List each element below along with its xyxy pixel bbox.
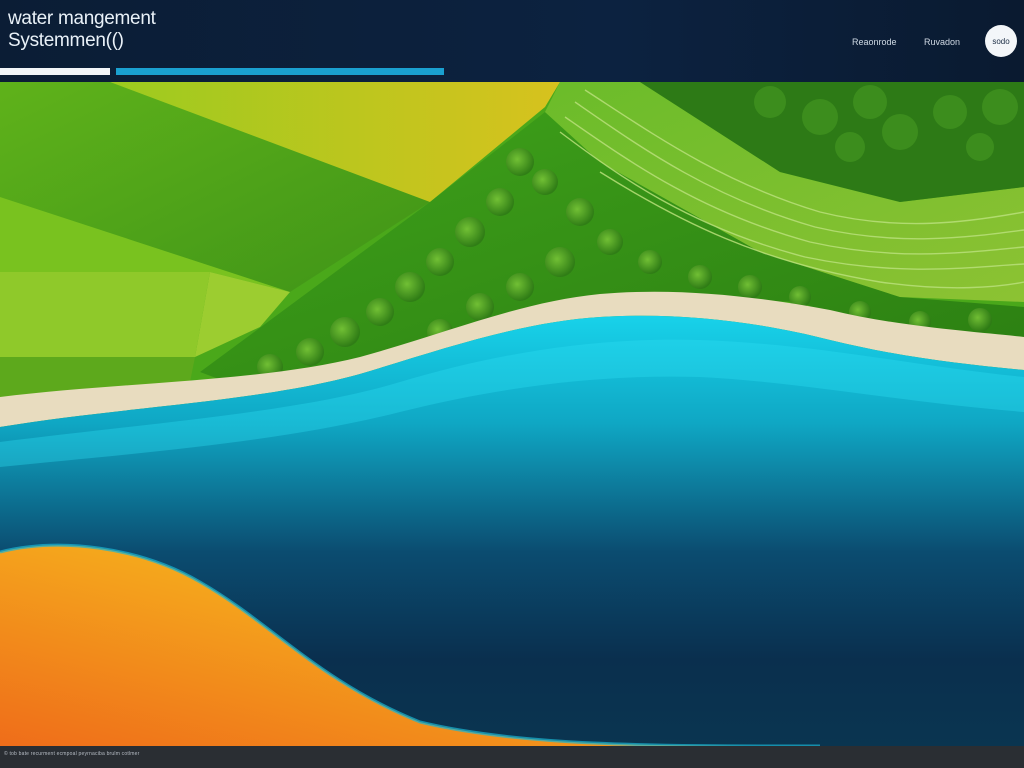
title-line-1: water mangement <box>8 8 156 29</box>
footer-bar: © tob bate recurment ecmpoal peyrnaciba … <box>0 746 1024 768</box>
progress-bar-primary <box>0 68 110 75</box>
badge-label: sodo <box>992 36 1010 46</box>
footer-text: © tob bate recurment ecmpoal peyrnaciba … <box>4 751 140 757</box>
page-title: water mangement Systemmen(() <box>8 8 156 52</box>
profile-badge[interactable]: sodo <box>985 25 1017 57</box>
header-bar: water mangement Systemmen(() Reaonrode R… <box>0 0 1024 82</box>
field-left-low <box>0 272 210 357</box>
nav-link-1[interactable]: Reaonrode <box>852 37 897 47</box>
title-line-2: Systemmen(() <box>8 30 124 51</box>
nav-link-2[interactable]: Ruvadon <box>924 37 960 47</box>
aerial-landscape-image <box>0 82 1024 746</box>
progress-bar-secondary <box>116 68 444 75</box>
